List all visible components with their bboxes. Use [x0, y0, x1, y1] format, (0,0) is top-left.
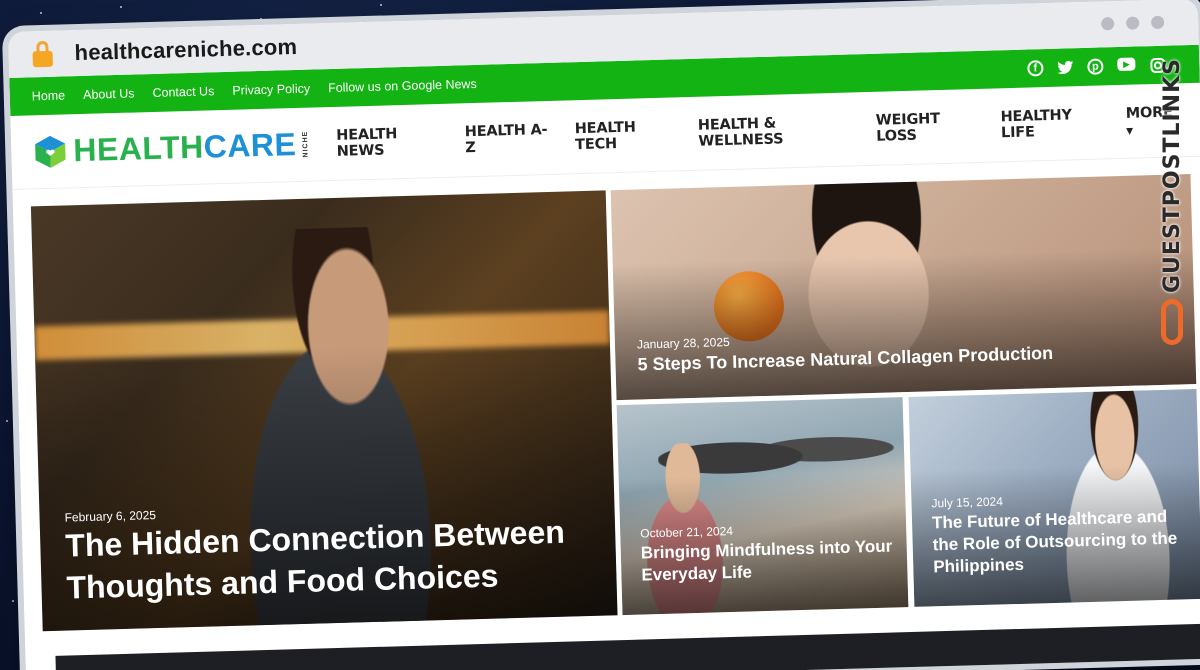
- top-link-google-news[interactable]: Follow us on Google News: [328, 77, 477, 95]
- site-logo[interactable]: HEALTHCARE NICHE: [33, 125, 319, 170]
- featured-posts-grid: February 6, 2025 The Hidden Connection B…: [30, 174, 1200, 636]
- logo-text-health: HEALTH: [72, 128, 205, 169]
- featured-post-bottom-left[interactable]: October 21, 2024 Bringing Mindfulness in…: [616, 397, 909, 616]
- url-text[interactable]: healthcareniche.com: [74, 34, 297, 66]
- primary-menu: HEALTH NEWS HEALTH A-Z HEALTH TECH HEALT…: [336, 104, 1179, 160]
- browser-window: healthcareniche.com Home About Us Contac…: [8, 0, 1200, 670]
- top-link-privacy[interactable]: Privacy Policy: [232, 82, 310, 98]
- post-date: February 6, 2025: [64, 508, 157, 525]
- top-link-about[interactable]: About Us: [83, 86, 135, 101]
- window-controls: [1101, 15, 1165, 31]
- post-title[interactable]: The Future of Healthcare and the Role of…: [932, 505, 1196, 579]
- twitter-icon[interactable]: [1057, 59, 1074, 75]
- menu-item-health-news[interactable]: HEALTH NEWS: [336, 125, 439, 160]
- post-date: October 21, 2024: [640, 523, 734, 541]
- top-links: Home About Us Contact Us Privacy Policy …: [32, 77, 477, 103]
- featured-post-bottom-right[interactable]: July 15, 2024 The Future of Healthcare a…: [908, 388, 1200, 607]
- menu-item-weight-loss[interactable]: WEIGHT LOSS: [876, 110, 976, 145]
- youtube-icon[interactable]: ▶: [1117, 57, 1136, 72]
- post-title[interactable]: Bringing Mindfulness into Your Everyday …: [641, 535, 902, 586]
- logo-cube-icon: [35, 135, 66, 168]
- facebook-icon[interactable]: f: [1027, 60, 1044, 77]
- window-dot-icon[interactable]: [1101, 17, 1115, 31]
- social-icons: f p ▶: [1027, 57, 1165, 77]
- guestpostlinks-watermark: GUESTPOSTLINKS: [1152, 58, 1192, 358]
- menu-item-healthy-life[interactable]: HEALTHY LIFE: [1000, 106, 1100, 141]
- logo-text-care: CARE: [203, 126, 297, 165]
- pinterest-icon[interactable]: p: [1087, 58, 1104, 75]
- post-title[interactable]: The Hidden Connection Between Thoughts a…: [65, 511, 587, 609]
- menu-item-health-wellness[interactable]: HEALTH & WELLNESS: [698, 113, 851, 149]
- featured-post-top-right[interactable]: January 28, 2025 5 Steps To Increase Nat…: [610, 174, 1197, 401]
- logo-wordmark: HEALTHCARE: [73, 126, 297, 169]
- caret-down-icon: ▼: [1126, 126, 1134, 137]
- top-link-home[interactable]: Home: [32, 88, 66, 103]
- logo-text-niche: NICHE: [301, 130, 310, 158]
- post-date: January 28, 2025: [636, 334, 730, 352]
- window-dot-icon[interactable]: [1151, 15, 1165, 30]
- menu-item-health-tech[interactable]: HEALTH TECH: [575, 118, 673, 153]
- watermark-text: GUESTPOSTLINKS: [1159, 58, 1185, 293]
- featured-post-large[interactable]: February 6, 2025 The Hidden Connection B…: [30, 190, 618, 632]
- window-dot-icon[interactable]: [1126, 16, 1140, 30]
- lock-icon: [32, 40, 53, 68]
- menu-item-health-a-z[interactable]: HEALTH A-Z: [465, 121, 550, 155]
- link-chain-icon: [1161, 299, 1183, 345]
- post-date: July 15, 2024: [931, 494, 1004, 511]
- top-link-contact[interactable]: Contact Us: [152, 84, 214, 100]
